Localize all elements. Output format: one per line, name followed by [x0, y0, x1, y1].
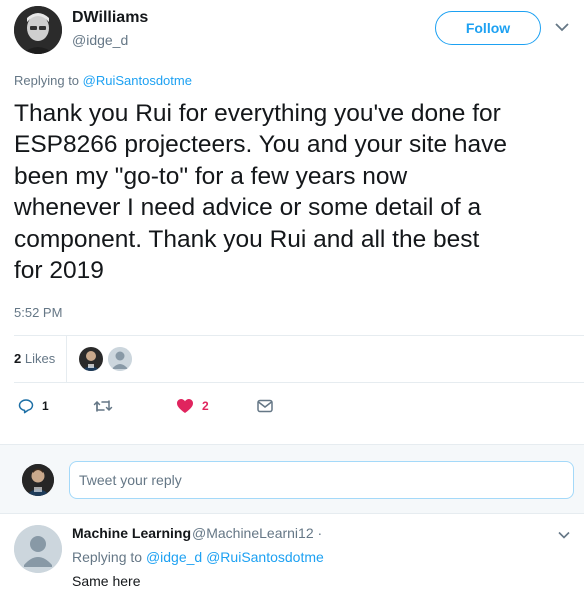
tweet-timestamp[interactable]: 5:52 PM — [14, 305, 62, 320]
reply-icon — [18, 399, 34, 414]
chevron-down-icon[interactable] — [558, 531, 570, 539]
author-avatar[interactable] — [14, 6, 62, 54]
divider — [66, 336, 67, 382]
author-display-name[interactable]: DWilliams — [72, 9, 148, 27]
reply-count: 1 — [42, 399, 49, 413]
likes-label: Likes — [24, 351, 56, 366]
reply-action[interactable]: 1 — [18, 392, 49, 420]
reply-replying-to-line: Replying to @idge_d @RuiSantosdotme — [72, 549, 324, 565]
reply-input[interactable] — [69, 461, 574, 499]
divider — [14, 382, 584, 383]
tweet-actions: 1 2 — [14, 392, 314, 420]
replying-to-link[interactable]: @RuiSantosdotme — [83, 73, 192, 88]
reply-text: Same here — [72, 573, 141, 589]
direct-message-action[interactable] — [257, 392, 273, 420]
liker-avatar[interactable] — [79, 347, 103, 371]
current-user-avatar[interactable] — [22, 464, 54, 496]
replying-to-link[interactable]: @idge_d — [146, 549, 202, 565]
chevron-down-icon[interactable] — [555, 22, 569, 32]
like-action[interactable]: 2 — [176, 392, 209, 420]
replying-prefix: Replying to — [72, 549, 146, 565]
like-count: 2 — [202, 399, 209, 413]
reply-author-handle[interactable]: @MachineLearni12 · — [192, 525, 322, 541]
default-avatar-icon[interactable] — [14, 525, 62, 573]
replying-to-link[interactable]: @RuiSantosdotme — [206, 549, 324, 565]
reply-composer — [0, 444, 584, 514]
retweet-action[interactable] — [93, 392, 121, 420]
follow-button[interactable]: Follow — [435, 11, 541, 45]
reply-tweet[interactable]: Machine Learning @MachineLearni12 · Repl… — [0, 514, 584, 592]
envelope-icon — [257, 399, 273, 413]
replying-to-line: Replying to @RuiSantosdotme — [14, 73, 192, 88]
heart-icon — [177, 399, 193, 413]
tweet-text: Thank you Rui for everything you've done… — [14, 100, 508, 285]
reply-author-name[interactable]: Machine Learning — [72, 525, 191, 541]
likes-row: 2 Likes — [14, 336, 584, 382]
likes-count[interactable]: 2 Likes — [14, 351, 55, 366]
likes-number: 2 — [14, 351, 22, 366]
retweet-icon — [93, 400, 113, 412]
author-handle[interactable]: @idge_d — [72, 32, 128, 48]
liker-avatar[interactable] — [108, 347, 132, 371]
replying-prefix: Replying to — [14, 73, 83, 88]
